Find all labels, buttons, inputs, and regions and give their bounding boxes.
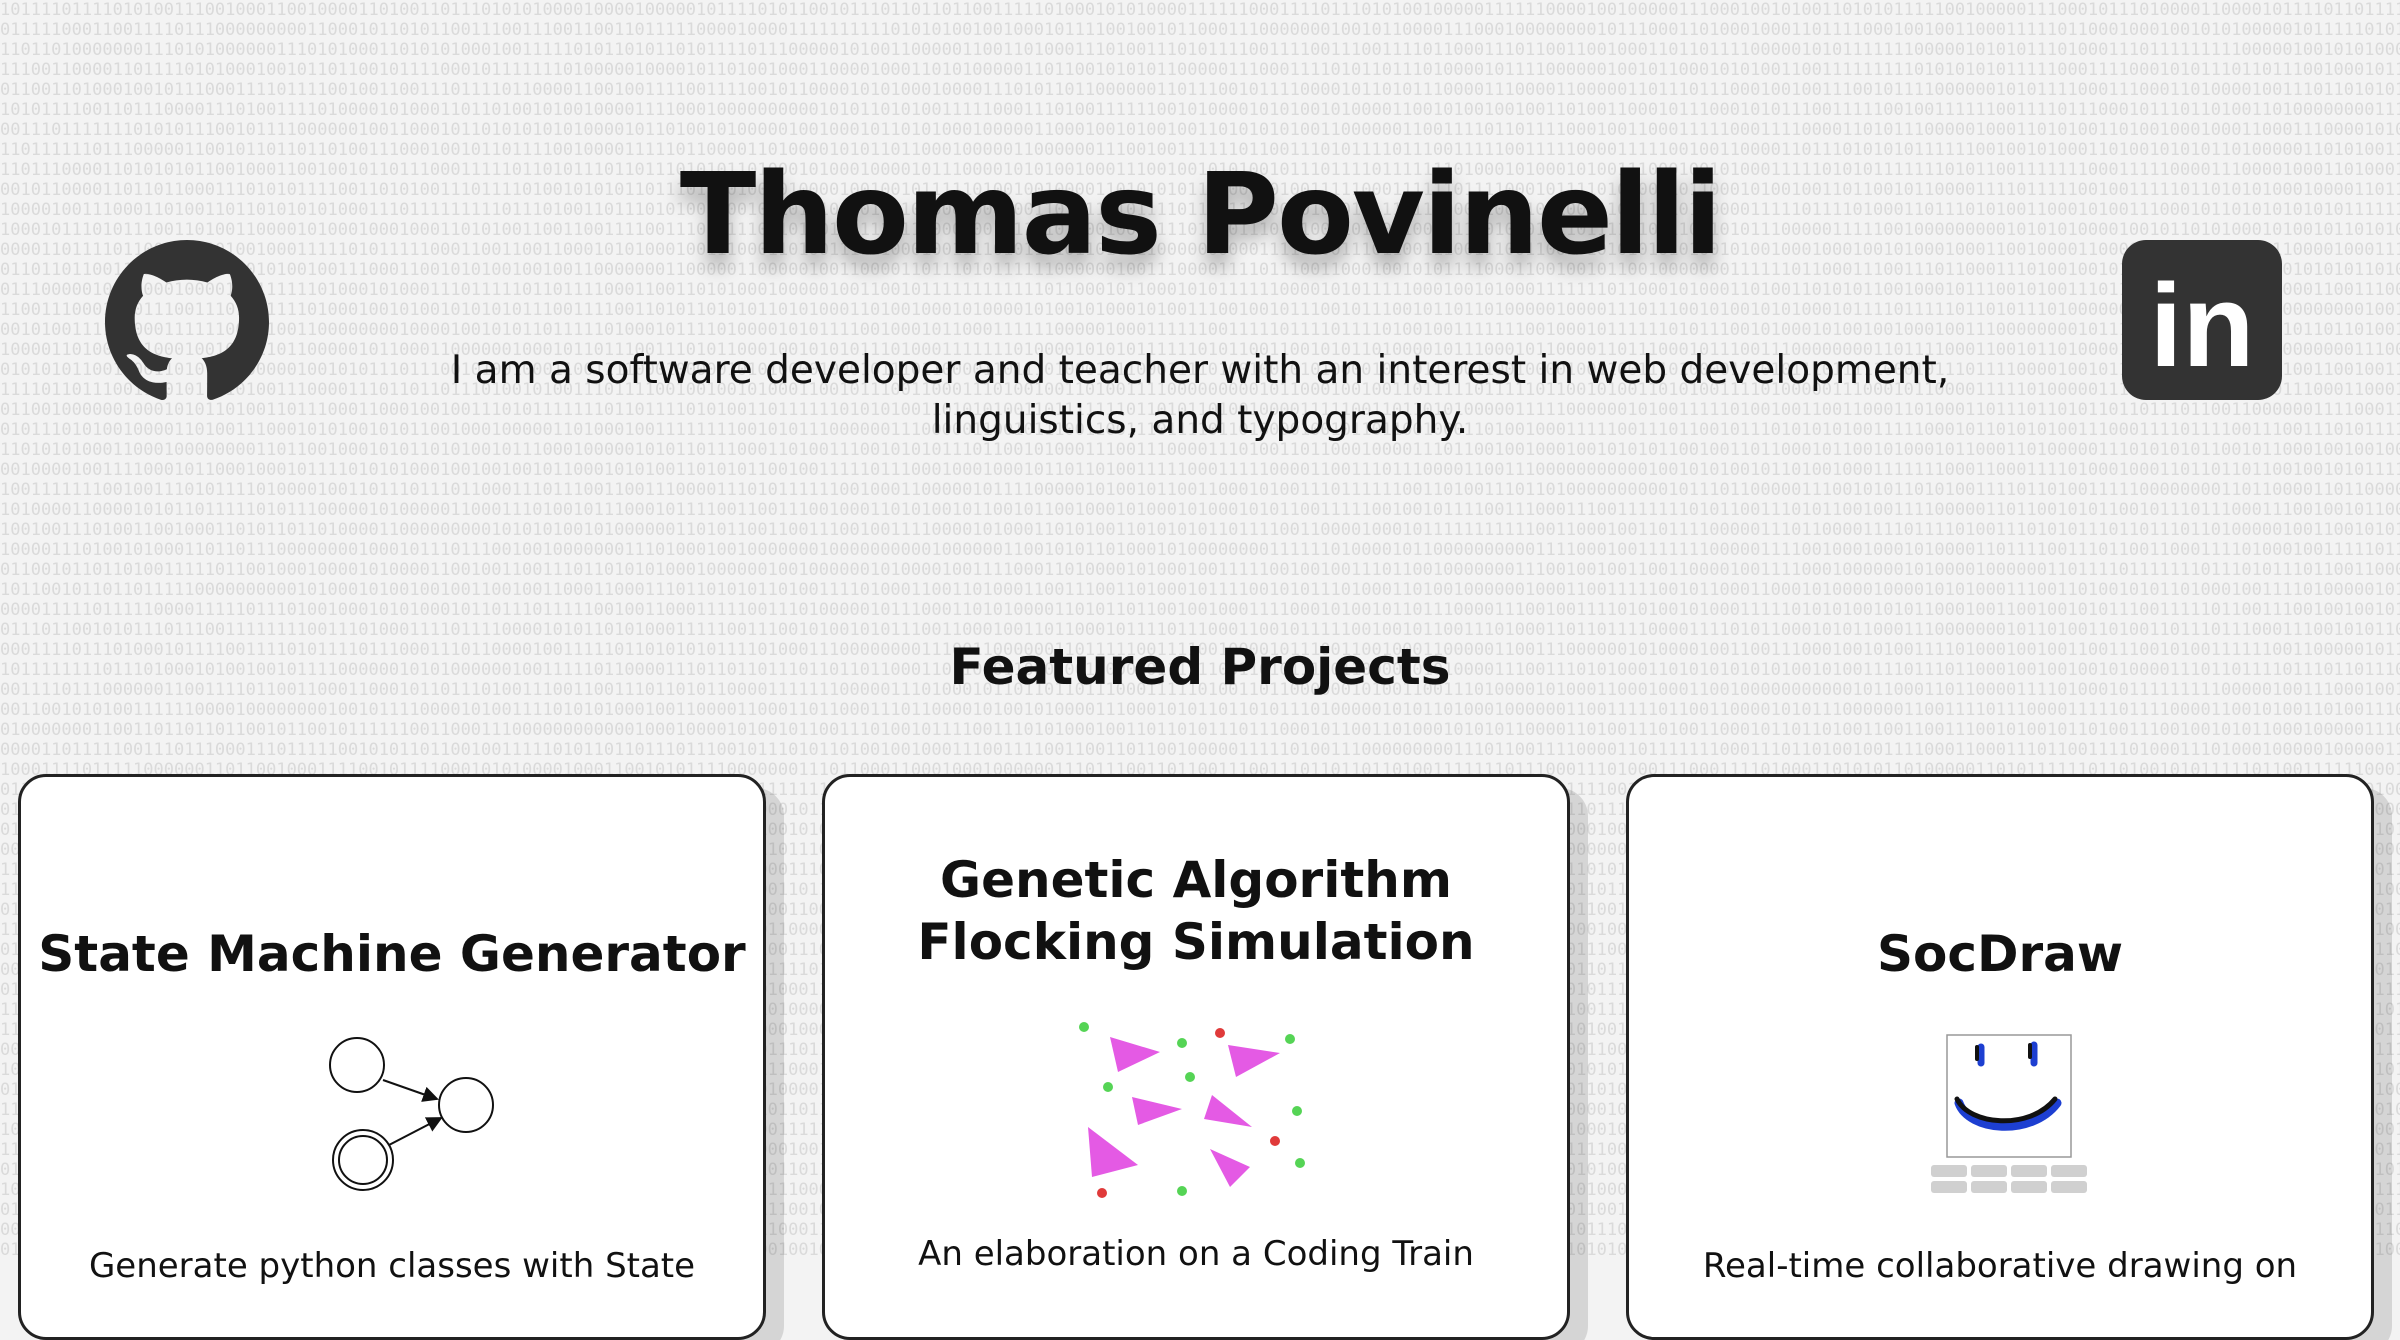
github-link[interactable] bbox=[105, 238, 269, 402]
project-description: Generate python classes with State bbox=[88, 1246, 696, 1286]
github-icon bbox=[105, 240, 269, 400]
project-title: SocDraw bbox=[1876, 925, 2124, 983]
project-card-socdraw[interactable]: SocDraw Real-time collaborative drawing … bbox=[1626, 774, 2374, 1340]
project-title: State Machine Generator bbox=[38, 925, 746, 983]
flocking-simulation-icon bbox=[1079, 1022, 1305, 1198]
linkedin-link[interactable]: in bbox=[2120, 238, 2284, 402]
bio-text: I am a software developer and teacher wi… bbox=[450, 348, 1950, 443]
drawing-canvas-icon bbox=[1931, 1034, 2087, 1193]
project-card-state-machine[interactable]: State Machine Generator Generate python … bbox=[18, 774, 766, 1340]
project-title: Genetic Algorithm Flocking Simulation bbox=[917, 851, 1475, 971]
linkedin-icon: in bbox=[2122, 240, 2282, 400]
page-title: Thomas Povinelli bbox=[679, 150, 1722, 280]
featured-projects-heading: Featured Projects bbox=[949, 638, 1451, 696]
state-machine-icon bbox=[329, 1037, 494, 1191]
linkedin-icon-text: in bbox=[2150, 260, 2255, 392]
project-card-flocking[interactable]: Genetic Algorithm Flocking Simulation An… bbox=[822, 774, 1570, 1340]
project-description: Real-time collaborative drawing on bbox=[1702, 1246, 2298, 1286]
project-description: An elaboration on a Coding Train bbox=[918, 1234, 1474, 1274]
